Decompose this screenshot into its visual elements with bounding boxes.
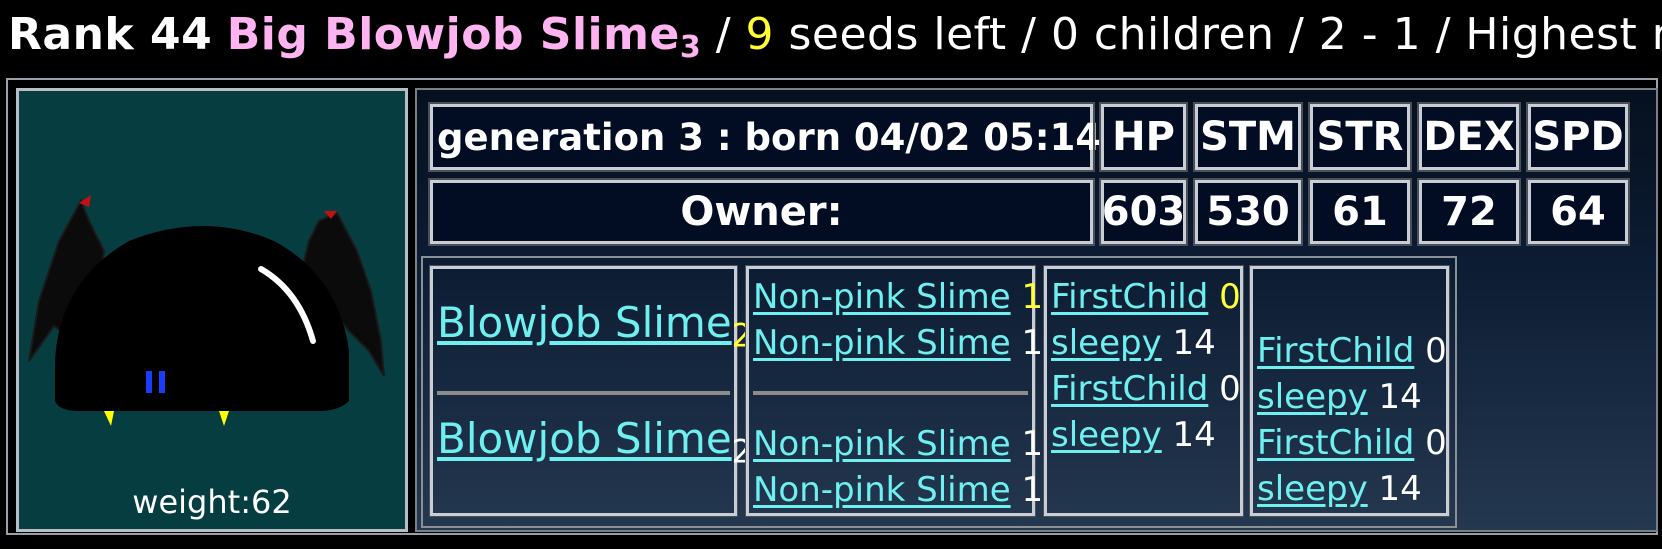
parents-box: Blowjob Slime2 Blowjob Slime2 [429,265,752,517]
value-str: 61 [1308,178,1412,246]
value-stm: 530 [1193,178,1303,246]
trait-b-2-link[interactable]: sleepy [1257,377,1368,417]
traits-box-b: FirstChild 0 sleepy 14 FirstChild 0 slee… [1249,265,1450,517]
trait-b-2[interactable]: sleepy 14 [1257,377,1422,417]
trait-a-1-value: 0 [1219,277,1241,317]
header-dex: DEX [1417,102,1521,172]
grandparent-1-count: 1 [1021,277,1044,317]
seeds-count: 9 [745,9,774,60]
header-spd: SPD [1526,102,1630,172]
trait-b-1-link[interactable]: FirstChild [1257,331,1414,371]
parent-2-link[interactable]: Blowjob Slime [437,414,732,463]
grandparent-1[interactable]: Non-pink Slime 1 [753,277,1043,317]
trait-b-3-value: 0 [1425,423,1447,463]
grandparent-3-link[interactable]: Non-pink Slime [753,424,1011,464]
parent-2[interactable]: Blowjob Slime2 [437,418,752,471]
grandparent-2-count: 1 [1021,323,1044,363]
trait-b-3-link[interactable]: FirstChild [1257,423,1414,463]
value-dex: 72 [1417,178,1521,246]
parent-1-link[interactable]: Blowjob Slime [437,298,732,347]
parents-divider [437,391,730,395]
slime-portrait: weight:62 [16,88,408,532]
owner-cell: Owner: [428,178,1095,246]
trait-b-1[interactable]: FirstChild 0 [1257,331,1447,371]
rank-label: Rank 44 [8,9,213,60]
grandparent-3-count: 1 [1021,424,1044,464]
weight-label: weight:62 [132,483,292,521]
traits-box-a: FirstChild 0 sleepy 14 FirstChild 0 slee… [1043,265,1244,517]
header-str: STR [1308,102,1412,172]
grandparent-4[interactable]: Non-pink Slime 1 [753,470,1043,510]
title-bar: Rank 44 Big Blowjob Slime3 / 9 seeds lef… [8,6,1662,64]
trait-a-3-value: 0 [1219,369,1241,409]
grandparent-4-link[interactable]: Non-pink Slime [753,470,1011,510]
slime-sprite-image [28,195,385,426]
trait-a-3-link[interactable]: FirstChild [1051,369,1208,409]
trait-b-4-link[interactable]: sleepy [1257,469,1368,509]
slime-generation: 3 [679,30,702,64]
trait-b-1-value: 0 [1425,331,1447,371]
seeds-info: seeds left / 0 children / 2 - 1 / Highes… [774,9,1662,60]
trait-a-2-value: 14 [1172,323,1216,363]
grandparents-box: Non-pink Slime 1 Non-pink Slime 1 Non-pi… [745,265,1043,517]
grandparents-divider [753,391,1028,395]
title-separator: / [701,9,746,60]
grandparent-2[interactable]: Non-pink Slime 1 [753,323,1043,363]
trait-a-4[interactable]: sleepy 14 [1051,415,1216,455]
trait-b-4[interactable]: sleepy 14 [1257,469,1422,509]
parent-1[interactable]: Blowjob Slime2 [437,302,752,355]
trait-a-1[interactable]: FirstChild 0 [1051,277,1241,317]
trait-b-4-value: 14 [1378,469,1422,509]
slime-name: Big Blowjob Slime3 [226,9,702,64]
trait-b-3[interactable]: FirstChild 0 [1257,423,1447,463]
grandparent-3[interactable]: Non-pink Slime 1 [753,424,1043,464]
trait-a-2-link[interactable]: sleepy [1051,323,1162,363]
grandparent-2-link[interactable]: Non-pink Slime [753,323,1011,363]
grandparent-1-link[interactable]: Non-pink Slime [753,277,1011,317]
trait-a-2[interactable]: sleepy 14 [1051,323,1216,363]
trait-a-1-link[interactable]: FirstChild [1051,277,1208,317]
header-hp: HP [1099,102,1188,172]
trait-a-4-link[interactable]: sleepy [1051,415,1162,455]
header-stm: STM [1193,102,1303,172]
grandparent-4-count: 1 [1021,470,1044,510]
trait-a-4-value: 14 [1172,415,1216,455]
born-cell: generation 3 : born 04/02 05:14 [428,102,1101,172]
trait-a-3[interactable]: FirstChild 0 [1051,369,1241,409]
value-hp: 603 [1099,178,1188,246]
trait-b-2-value: 14 [1378,377,1422,417]
value-spd: 64 [1526,178,1630,246]
